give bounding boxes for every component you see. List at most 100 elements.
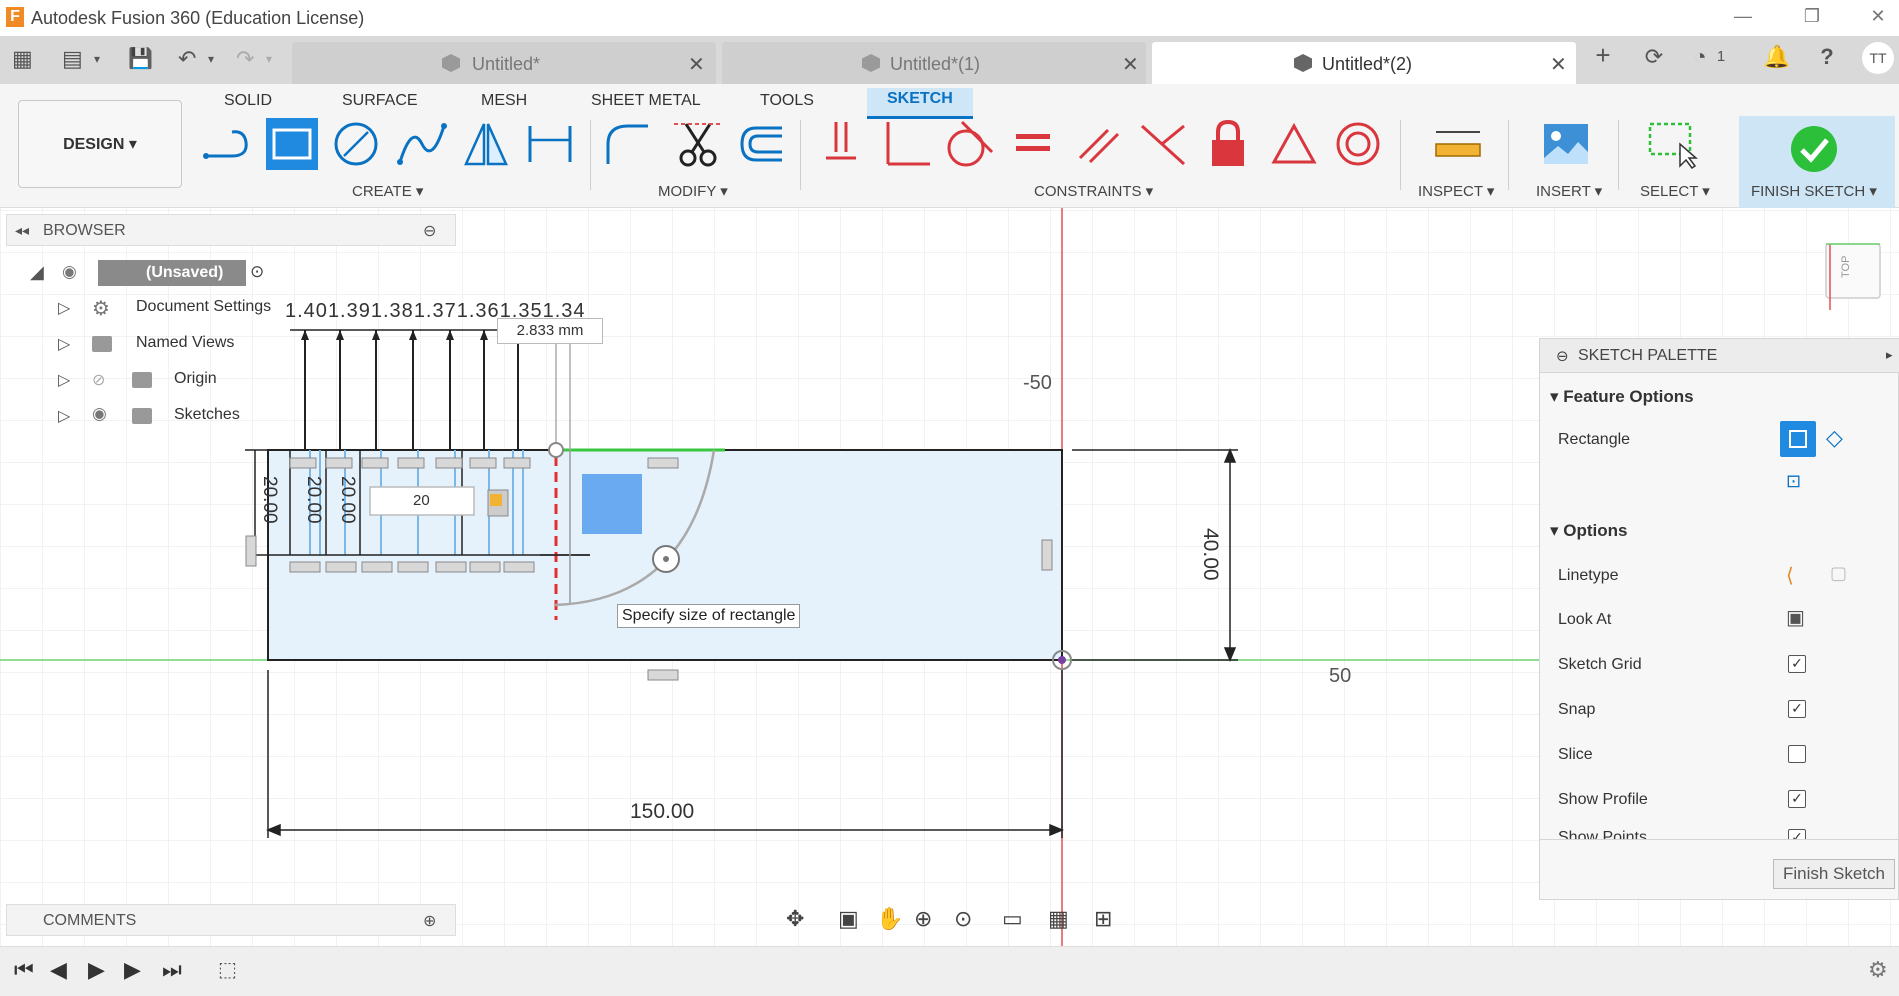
activate-icon[interactable]: ⊙ [250,262,264,282]
data-panel-icon[interactable]: ⟳ [1637,44,1671,70]
vertical-dim-2[interactable]: 20.00 [302,476,324,524]
height-dimension[interactable]: 40.00 [1198,528,1222,581]
browser-panel-header[interactable]: ◂◂ BROWSER ⊖ [6,214,456,246]
create-menu[interactable]: CREATE ▾ [352,182,423,200]
top-dim-7[interactable]: 1.34 [543,300,586,322]
select-menu[interactable]: SELECT ▾ [1640,182,1710,200]
close-tab-icon[interactable]: ✕ [688,52,705,77]
modify-menu[interactable]: MODIFY ▾ [658,182,728,200]
tab-surface[interactable]: SURFACE [342,92,418,110]
expand-sketches-icon[interactable]: ▷ [58,406,70,426]
step-back-icon[interactable]: ◀ [50,957,67,983]
palette-expand-icon[interactable]: ▸ [1886,347,1893,363]
tab-mesh[interactable]: MESH [481,92,527,110]
options-section[interactable]: ▾ Options [1550,521,1627,541]
notifications-icon[interactable]: 🔔 [1760,44,1794,70]
close-tab-icon[interactable]: ✕ [1550,52,1567,77]
vertical-dim-1[interactable]: 20.00 [258,476,280,524]
select-tool-icon[interactable] [1646,118,1698,170]
restore-button[interactable]: ❐ [1797,6,1827,27]
play-icon[interactable]: ▶ [88,957,105,983]
center-rectangle-icon[interactable]: ⊡ [1786,471,1801,492]
three-point-rectangle-icon[interactable]: ◇ [1826,425,1843,451]
tab-untitled[interactable]: Untitled* ✕ [292,42,716,84]
new-tab-button[interactable]: + [1586,40,1620,71]
construction-linetype-icon[interactable]: ⟨ [1786,563,1794,588]
vertical-dim-3[interactable]: 20.00 [336,476,358,524]
add-comment-icon[interactable]: ⊕ [423,911,436,931]
file-menu-icon[interactable]: ▤ [62,46,83,72]
eye-icon[interactable]: ◉ [92,404,107,424]
comments-panel[interactable]: COMMENTS ⊕ [6,904,456,936]
eye-hidden-icon[interactable]: ⊘ [92,370,105,390]
undo-dropdown-icon[interactable]: ▾ [208,52,214,66]
concentric-constraint-icon[interactable] [1332,118,1384,170]
tab-solid[interactable]: SOLID [224,92,272,110]
fit-icon[interactable]: ⊙ [954,906,972,932]
offset-tool-icon[interactable] [736,118,788,170]
save-icon[interactable]: 💾 [128,46,153,71]
mirror-tool-icon[interactable] [460,118,512,170]
look-at-nav-icon[interactable]: ▣ [838,906,859,932]
top-dim-5[interactable]: 1.36 [457,300,500,322]
tab-sheet-metal[interactable]: SHEET METAL [591,92,701,110]
top-dim-6[interactable]: 1.35 [500,300,543,322]
go-to-end-icon[interactable]: ⏭ [162,957,182,983]
browser-item-origin[interactable]: Origin [174,370,217,388]
expand-named-views-icon[interactable]: ▷ [58,334,70,354]
perpendicular-constraint-icon[interactable] [880,118,932,170]
width-dimension[interactable]: 150.00 [630,800,694,824]
redo-dropdown-icon[interactable]: ▾ [266,52,272,66]
fillet-tool-icon[interactable] [602,118,654,170]
finish-sketch-check-icon[interactable] [1789,124,1839,174]
palette-minimize-icon[interactable]: ⊖ [1556,347,1569,365]
top-dim-4[interactable]: 1.37 [414,300,457,322]
coincident-constraint-icon[interactable] [816,118,868,170]
slice-checkbox[interactable] [1788,745,1806,763]
undo-icon[interactable]: ↶ [178,46,196,72]
fix-constraint-icon[interactable] [1202,118,1254,170]
viewcube-label[interactable]: TOP [1840,256,1852,278]
dimension-tool-icon[interactable] [524,118,576,170]
close-tab-icon[interactable]: ✕ [1122,52,1139,77]
rectangle-tool-icon[interactable] [266,118,318,170]
browser-item-named-views[interactable]: Named Views [136,334,234,352]
palette-header[interactable]: ⊖ SKETCH PALETTE ▸ [1540,339,1899,373]
top-dim-3[interactable]: 1.38 [371,300,414,322]
expand-document-settings-icon[interactable]: ▷ [58,298,70,318]
orbit-icon[interactable]: ✥ [786,906,804,932]
centerline-linetype-icon[interactable]: ▢ [1830,563,1847,584]
constraints-menu[interactable]: CONSTRAINTS ▾ [1034,182,1153,200]
insert-menu[interactable]: INSERT ▾ [1536,182,1602,200]
two-point-rectangle-icon[interactable] [1780,421,1816,457]
minimize-button[interactable]: — [1728,6,1758,27]
viewports-icon[interactable]: ⊞ [1094,906,1112,932]
grid-settings-icon[interactable]: ▦ [1048,906,1069,932]
tangent-constraint-icon[interactable] [942,118,994,170]
midpoint-constraint-icon[interactable] [1138,118,1190,170]
browser-item-sketches[interactable]: Sketches [174,406,240,424]
finish-sketch-area[interactable]: FINISH SKETCH ▾ [1739,116,1895,208]
show-points-checkbox[interactable]: ✓ [1788,829,1806,839]
sketch-grid-checkbox[interactable]: ✓ [1788,655,1806,673]
top-dim-1[interactable]: 1.40 [285,300,328,322]
show-profile-checkbox[interactable]: ✓ [1788,790,1806,808]
eye-icon[interactable]: ◉ [62,262,77,282]
root-component[interactable]: (Unsaved) [98,260,246,286]
apps-grid-icon[interactable]: ▦ [12,46,33,72]
expand-origin-icon[interactable]: ▷ [58,370,70,390]
user-avatar[interactable]: TT [1862,42,1894,74]
workspace-switcher[interactable]: DESIGN ▾ [18,100,182,188]
measure-tool-icon[interactable] [1432,118,1484,170]
top-dim-2[interactable]: 1.39 [328,300,371,322]
feature-options-section[interactable]: ▾ Feature Options [1550,387,1694,407]
browser-minimize-icon[interactable]: ⊖ [423,221,436,241]
tab-tools[interactable]: TOOLS [760,92,814,110]
collapse-browser-icon[interactable]: ◂◂ [15,222,29,239]
tab-sketch[interactable]: SKETCH [867,88,973,119]
go-to-start-icon[interactable]: ⏮ [14,957,34,983]
finish-sketch-button[interactable]: Finish Sketch [1773,859,1895,889]
file-dropdown-icon[interactable]: ▾ [94,52,100,66]
browser-item-document-settings[interactable]: Document Settings [136,298,271,316]
circle-tool-icon[interactable] [330,118,382,170]
